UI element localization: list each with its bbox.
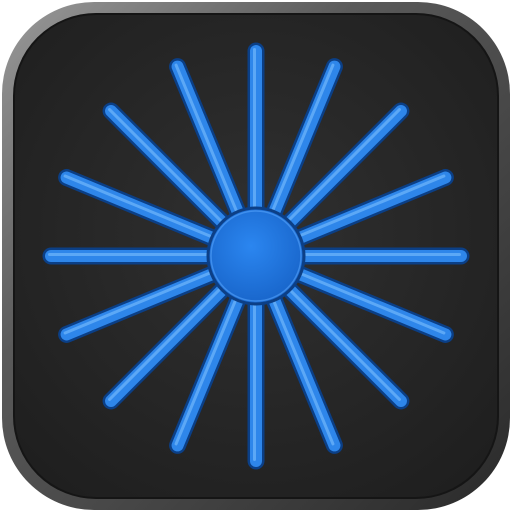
app-icon (0, 0, 512, 512)
starburst-app-icon (2, 2, 510, 510)
starburst-core (206, 206, 306, 306)
